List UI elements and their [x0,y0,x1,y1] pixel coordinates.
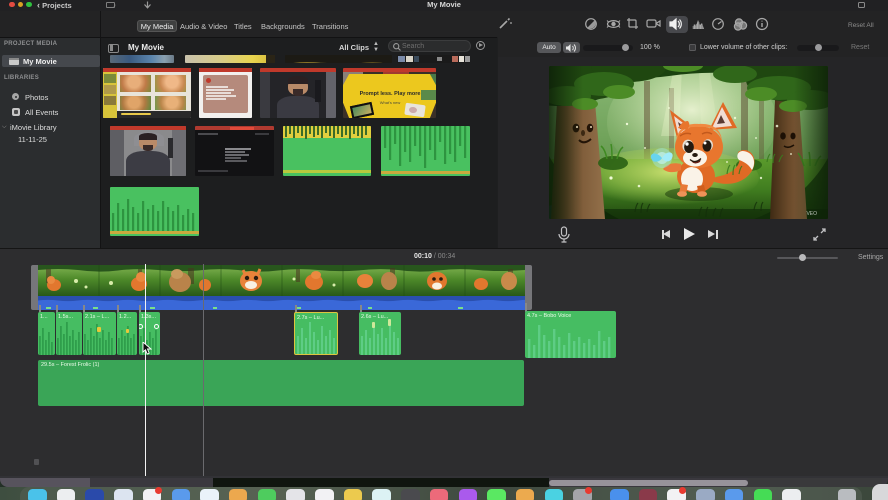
svg-text:VEO: VEO [806,211,817,217]
